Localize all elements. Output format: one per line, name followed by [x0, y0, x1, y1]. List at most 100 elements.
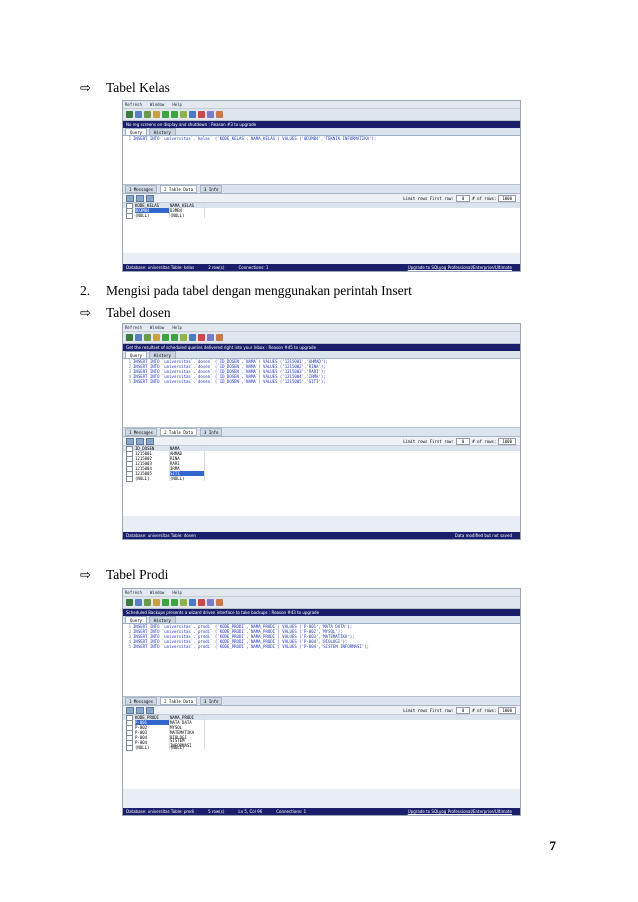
schema-icon[interactable]: [189, 111, 196, 118]
execute-all-icon[interactable]: [171, 599, 178, 606]
rows-label: # of rows:: [472, 707, 497, 713]
menu-help[interactable]: Help: [172, 102, 182, 107]
limit-rows-label[interactable]: Limit rows First row:: [403, 196, 454, 201]
first-row-input[interactable]: 0: [455, 706, 471, 714]
export-icon[interactable]: [216, 599, 223, 606]
connect-icon[interactable]: [135, 334, 142, 341]
tab-messages[interactable]: 1 Messages: [125, 185, 158, 193]
tab-table-data[interactable]: 2 Table Data: [160, 697, 197, 705]
tab-messages[interactable]: 1 Messages: [125, 697, 158, 705]
text-icon[interactable]: [146, 194, 154, 202]
first-row-input[interactable]: 0: [455, 437, 471, 445]
menu-refresh[interactable]: Refresh: [125, 325, 142, 330]
tab-history[interactable]: History: [149, 128, 176, 135]
limit-rows-label[interactable]: Limit rows First row:: [403, 439, 454, 444]
table-icon[interactable]: [180, 111, 187, 118]
tab-query[interactable]: Query: [125, 616, 148, 623]
row-checkbox[interactable]: [126, 212, 133, 219]
tab-table-data[interactable]: 2 Table Data: [160, 428, 197, 436]
folder-icon[interactable]: [153, 334, 160, 341]
menu-help[interactable]: Help: [172, 590, 182, 595]
row-checkbox[interactable]: [126, 744, 133, 751]
upgrade-banner[interactable]: No reg screens on display and shutdown :…: [123, 121, 520, 128]
upgrade-link[interactable]: Upgrade to SQLyog Professional/Enterpris…: [408, 265, 512, 270]
text-icon[interactable]: [146, 437, 154, 445]
import-icon[interactable]: [207, 334, 214, 341]
database-icon[interactable]: [144, 334, 151, 341]
rows-input[interactable]: 1000: [498, 706, 516, 714]
screenshot-dosen: Refresh Window Help Get the resultset of…: [122, 323, 521, 540]
table-row[interactable]: (NULL) (NULL): [123, 744, 520, 751]
folder-icon[interactable]: [153, 111, 160, 118]
tab-query[interactable]: Query: [125, 128, 148, 135]
upgrade-banner[interactable]: Get the resultset of scheduled queries d…: [123, 344, 520, 351]
grid-icon[interactable]: [126, 194, 134, 202]
upgrade-link[interactable]: Upgrade to SQLyog Professional/Enterpris…: [408, 809, 512, 814]
query-editor[interactable]: 1 INSERT INTO `universitas`.`kelas` (`KOD…: [123, 136, 520, 185]
list-number: 2.: [80, 283, 91, 298]
execute-icon[interactable]: [162, 334, 169, 341]
execute-all-icon[interactable]: [171, 334, 178, 341]
table-icon[interactable]: [180, 334, 187, 341]
folder-icon[interactable]: [153, 599, 160, 606]
new-icon[interactable]: [126, 334, 133, 341]
form-icon[interactable]: [136, 706, 144, 714]
tab-history[interactable]: History: [149, 351, 176, 358]
import-icon[interactable]: [207, 599, 214, 606]
query-editor[interactable]: 1 INSERT INTO `universitas`.`dosen` (`ID_…: [123, 359, 520, 428]
tab-table-data[interactable]: 2 Table Data: [160, 185, 197, 193]
upgrade-banner[interactable]: Scheduled Backups presents a wizard driv…: [123, 609, 520, 616]
execute-icon[interactable]: [162, 111, 169, 118]
heading-dosen-text: Tabel dosen: [106, 305, 171, 320]
tab-query[interactable]: Query: [125, 351, 148, 358]
status-database: Database: universitas Table: dosen: [126, 533, 196, 538]
result-tabs: 1 Messages 2 Table Data 3 Info: [123, 697, 520, 706]
rows-label: # of rows:: [472, 195, 497, 201]
table-row[interactable]: (NULL) (NULL): [123, 475, 520, 482]
tab-info[interactable]: 3 Info: [200, 697, 223, 705]
status-rows: 2 row(s): [208, 265, 225, 270]
rows-input[interactable]: 1000: [498, 194, 516, 202]
tab-info[interactable]: 3 Info: [200, 428, 223, 436]
new-icon[interactable]: [126, 599, 133, 606]
tab-history[interactable]: History: [149, 616, 176, 623]
row-checkbox[interactable]: [126, 475, 133, 482]
menu-window[interactable]: Window: [150, 325, 164, 330]
limit-rows-label[interactable]: Limit rows First row:: [403, 708, 454, 713]
tab-info[interactable]: 3 Info: [200, 185, 223, 193]
arrow-icon: ⇨: [80, 306, 91, 321]
menu-window[interactable]: Window: [150, 590, 164, 595]
connect-icon[interactable]: [135, 599, 142, 606]
menu-refresh[interactable]: Refresh: [125, 102, 142, 107]
menu-refresh[interactable]: Refresh: [125, 590, 142, 595]
connect-icon[interactable]: [135, 111, 142, 118]
menu-bar: Refresh Window Help: [123, 589, 520, 597]
menu-help[interactable]: Help: [172, 325, 182, 330]
table-row[interactable]: (NULL) (NULL): [123, 212, 520, 219]
grid-icon[interactable]: [126, 437, 134, 445]
menu-window[interactable]: Window: [150, 102, 164, 107]
grid-icon[interactable]: [126, 706, 134, 714]
text-icon[interactable]: [146, 706, 154, 714]
first-row-input[interactable]: 0: [455, 194, 471, 202]
tab-messages[interactable]: 1 Messages: [125, 428, 158, 436]
rows-input[interactable]: 1000: [498, 437, 516, 445]
new-icon[interactable]: [126, 111, 133, 118]
export-icon[interactable]: [216, 111, 223, 118]
table-icon[interactable]: [180, 599, 187, 606]
stop-icon[interactable]: [198, 334, 205, 341]
form-icon[interactable]: [136, 194, 144, 202]
execute-all-icon[interactable]: [171, 111, 178, 118]
form-icon[interactable]: [136, 437, 144, 445]
query-editor[interactable]: 1 INSERT INTO `universitas`.`prodi` (`KOD…: [123, 624, 520, 697]
database-icon[interactable]: [144, 599, 151, 606]
execute-icon[interactable]: [162, 599, 169, 606]
schema-icon[interactable]: [189, 334, 196, 341]
import-icon[interactable]: [207, 111, 214, 118]
schema-icon[interactable]: [189, 599, 196, 606]
export-icon[interactable]: [216, 334, 223, 341]
stop-icon[interactable]: [198, 599, 205, 606]
arrow-icon: ⇨: [80, 568, 91, 583]
stop-icon[interactable]: [198, 111, 205, 118]
database-icon[interactable]: [144, 111, 151, 118]
